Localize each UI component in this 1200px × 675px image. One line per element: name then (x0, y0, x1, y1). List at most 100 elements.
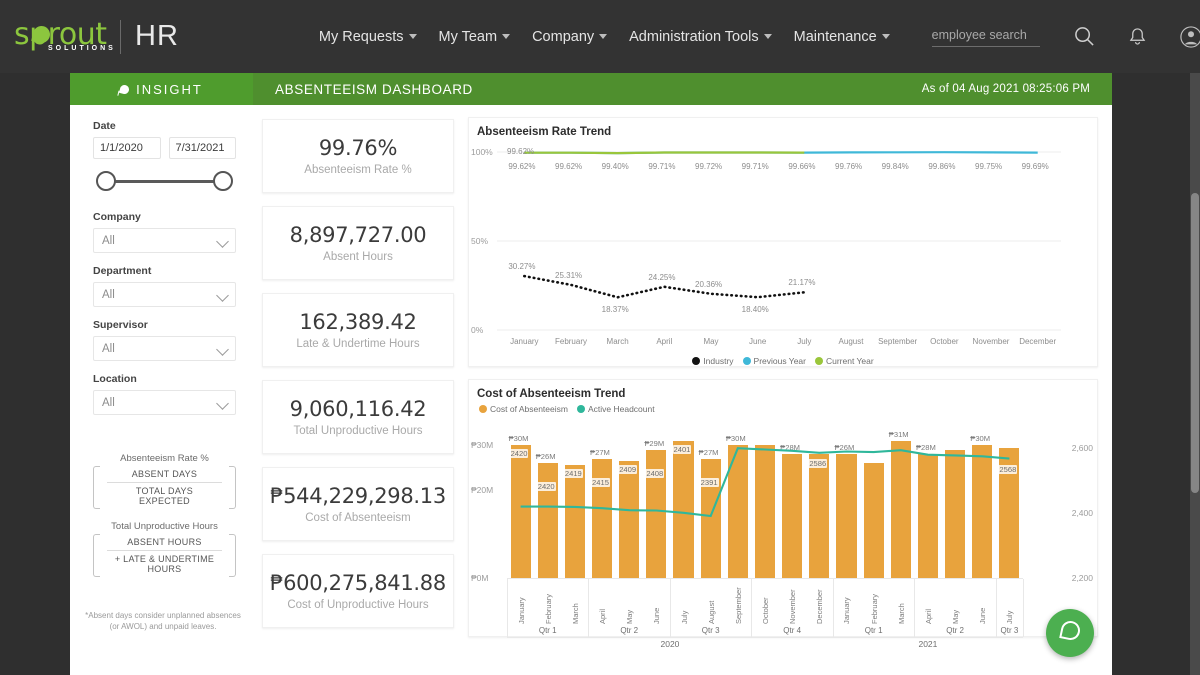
nav-item-company[interactable]: Company (532, 29, 607, 45)
bar[interactable] (918, 454, 938, 578)
chevron-down-icon (216, 343, 229, 356)
bar-value-label: ₱31M (889, 430, 909, 439)
series-start-label: 99.62% (507, 147, 534, 156)
legend-swatch-icon (743, 357, 751, 365)
formula-numerator: ABSENT HOURS (107, 534, 222, 550)
department-value: All (102, 289, 115, 301)
avatar[interactable] (1180, 26, 1200, 48)
data-point-label: 99.66% (788, 162, 815, 171)
notifications-bell-icon[interactable] (1129, 27, 1146, 46)
line-chart-svg (469, 138, 1069, 386)
page-scrollbar[interactable] (1190, 73, 1200, 675)
axis-separator (507, 579, 508, 637)
date-range-slider[interactable] (93, 165, 236, 199)
company-select[interactable]: All (93, 228, 236, 253)
kpi-card-absenteeism-rate[interactable]: 99.76% Absenteeism Rate % (262, 119, 454, 193)
chat-support-button[interactable] (1046, 609, 1094, 657)
data-point-label: 99.71% (742, 162, 769, 171)
bracket-right (229, 534, 236, 577)
x-axis-month-label: July (1005, 582, 1014, 624)
bar[interactable] (782, 454, 802, 578)
bar[interactable] (592, 459, 612, 578)
formula-denominator: + LATE & UNDERTIME HOURS (107, 551, 222, 577)
kpi-label: Cost of Unproductive Hours (287, 599, 428, 611)
chart-title: Absenteeism Rate Trend (469, 118, 1097, 138)
search-icon[interactable] (1074, 26, 1095, 47)
nav-item-administration-tools[interactable]: Administration Tools (629, 29, 772, 45)
brand-subtitle: SOLUTIONS (48, 45, 116, 52)
formula-denominator: TOTAL DAYS EXPECTED (107, 483, 222, 509)
x-axis-month-label: January (517, 582, 526, 624)
bar[interactable] (511, 445, 531, 578)
x-axis-quarter-label: Qtr 3 (670, 626, 751, 635)
bar[interactable] (565, 465, 585, 578)
employee-search-field[interactable] (932, 26, 1040, 47)
kpi-card-late-undertime-hours[interactable]: 162,389.42 Late & Undertime Hours (262, 293, 454, 367)
company-value: All (102, 235, 115, 247)
bar[interactable] (619, 461, 639, 578)
bracket-left (93, 534, 100, 577)
axis-separator (1023, 579, 1024, 637)
formula-title: Total Unproductive Hours (93, 521, 236, 532)
kpi-value: ₱544,229,298.13 (270, 484, 446, 508)
nav-item-maintenance[interactable]: Maintenance (794, 29, 890, 45)
x-axis-quarter-label: Qtr 4 (751, 626, 832, 635)
insight-tab[interactable]: INSIGHT (70, 73, 253, 105)
formula-numerator: ABSENT DAYS (107, 466, 222, 482)
nav-item-my-requests[interactable]: My Requests (319, 29, 417, 45)
chevron-down-icon (882, 34, 890, 39)
slider-handle-left[interactable] (96, 171, 116, 191)
cost-of-absenteeism-trend-chart[interactable]: Cost of Absenteeism Trend Cost of Absent… (468, 379, 1098, 637)
bar[interactable] (538, 463, 558, 578)
x-axis-quarter-label: Qtr 2 (914, 626, 995, 635)
data-point-label: 99.62% (508, 162, 535, 171)
search-input[interactable] (932, 28, 1040, 42)
bar[interactable] (945, 450, 965, 578)
data-point-label: 99.40% (602, 162, 629, 171)
bar[interactable] (864, 463, 884, 578)
bar[interactable] (728, 445, 748, 578)
bar[interactable] (972, 445, 992, 578)
slider-handle-right[interactable] (213, 171, 233, 191)
bar[interactable] (673, 441, 693, 578)
kpi-card-absent-hours[interactable]: 8,897,727.00 Absent Hours (262, 206, 454, 280)
kpi-card-cost-of-absenteeism[interactable]: ₱544,229,298.13 Cost of Absenteeism (262, 467, 454, 541)
bar[interactable] (755, 445, 775, 578)
x-axis-line (507, 578, 1023, 579)
location-filter-label: Location (93, 373, 236, 385)
axis-separator (588, 579, 589, 637)
bar[interactable] (836, 454, 856, 578)
supervisor-select[interactable]: All (93, 336, 236, 361)
bar[interactable] (809, 454, 829, 578)
legend-label: Industry (703, 356, 733, 366)
x-axis-month-label: February (870, 582, 879, 624)
dashboard-content: Date 1/1/2020 7/31/2021 Company All (70, 105, 1112, 675)
kpi-card-cost-of-unproductive-hours[interactable]: ₱600,275,841.88 Cost of Unproductive Hou… (262, 554, 454, 628)
data-point-label: 99.75% (975, 162, 1002, 171)
location-select[interactable]: All (93, 390, 236, 415)
kpi-label: Absenteeism Rate % (304, 164, 411, 176)
kpi-value: 162,389.42 (299, 310, 416, 334)
unproductive-hours-formula: ABSENT HOURS + LATE & UNDERTIME HOURS (93, 534, 236, 577)
brand-logo[interactable]: sprout SOLUTIONS HR (14, 17, 179, 57)
dashboard-header: INSIGHT ABSENTEEISM DASHBOARD As of 04 A… (70, 73, 1112, 105)
kpi-label: Total Unproductive Hours (293, 425, 422, 437)
department-select[interactable]: All (93, 282, 236, 307)
nav-label: Company (532, 29, 594, 45)
data-point-label: 30.27% (508, 262, 535, 271)
headcount-value-label: 2586 (808, 459, 827, 468)
bar-value-label: ₱29M (644, 439, 664, 448)
bar[interactable] (891, 441, 911, 578)
headcount-value-label: 2415 (591, 478, 610, 487)
data-point-label: 24.25% (648, 273, 675, 282)
date-to-input[interactable]: 7/31/2021 (169, 137, 237, 159)
nav-item-my-team[interactable]: My Team (439, 29, 511, 45)
absenteeism-rate-trend-chart[interactable]: Absenteeism Rate Trend 0%50%100%99.62%Ja… (468, 117, 1098, 367)
date-from-input[interactable]: 1/1/2020 (93, 137, 161, 159)
logo-divider (120, 20, 121, 54)
kpi-card-total-unproductive-hours[interactable]: 9,060,116.42 Total Unproductive Hours (262, 380, 454, 454)
scrollbar-thumb[interactable] (1191, 193, 1199, 493)
bar[interactable] (701, 459, 721, 578)
x-axis-month-label: May (625, 582, 634, 624)
kpi-value: 8,897,727.00 (290, 223, 427, 247)
